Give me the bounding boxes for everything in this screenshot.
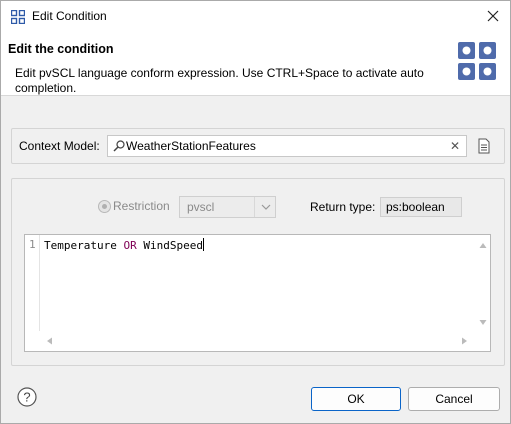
context-model-group: Context Model: WeatherStationFeatures ✕ [11,128,505,164]
chevron-down-icon [261,204,271,210]
edit-condition-dialog: Edit Condition Edit the condition Edit p… [0,0,511,424]
feature-model-icon [458,42,496,80]
code-keyword: OR [123,239,137,252]
search-icon [113,140,125,152]
code-text: Temperature [44,239,124,252]
return-type-value: ps:boolean [386,200,445,214]
context-model-field[interactable]: WeatherStationFeatures ✕ [107,135,467,157]
svg-text:?: ? [23,390,30,405]
header-separator [1,95,510,96]
clear-icon[interactable]: ✕ [450,139,460,153]
scroll-left-icon [47,337,52,345]
select-divider [254,197,255,217]
header-description: Edit pvSCL language conform expression. … [15,66,424,95]
context-model-value: WeatherStationFeatures [126,139,256,153]
cancel-button[interactable]: Cancel [408,387,500,411]
app-icon [11,10,25,24]
header-title: Edit the condition [8,42,114,56]
scroll-down-icon [479,320,487,325]
language-value: pvscl [187,200,215,214]
expression-group: Restriction pvscl Return type: ps:boolea… [11,178,505,366]
horizontal-scrollbar[interactable] [39,333,476,349]
return-type-label: Return type: [310,200,376,214]
line-number-gutter: 1 [25,235,40,331]
return-type-field: ps:boolean [380,197,462,217]
browse-file-icon[interactable] [477,138,491,154]
dialog-header: Edit the condition Edit pvSCL language c… [1,32,510,95]
title-bar: Edit Condition [1,1,510,32]
window-title: Edit Condition [32,9,107,23]
ok-button[interactable]: OK [311,387,401,411]
context-model-label: Context Model: [19,139,100,153]
help-icon[interactable]: ? [17,387,37,407]
vertical-scrollbar[interactable] [476,235,490,332]
close-icon[interactable] [476,1,510,32]
language-select[interactable]: pvscl [179,196,276,218]
text-caret [202,238,204,251]
scroll-right-icon [462,337,467,345]
line-number: 1 [29,238,36,251]
expression-editor[interactable]: 1 Temperature OR WindSpeed [24,234,491,352]
scroll-up-icon [479,243,487,248]
code-text: WindSpeed [136,239,203,252]
code-line[interactable]: Temperature OR WindSpeed [44,238,204,252]
restriction-radio[interactable] [98,200,111,213]
restriction-label: Restriction [113,199,170,213]
